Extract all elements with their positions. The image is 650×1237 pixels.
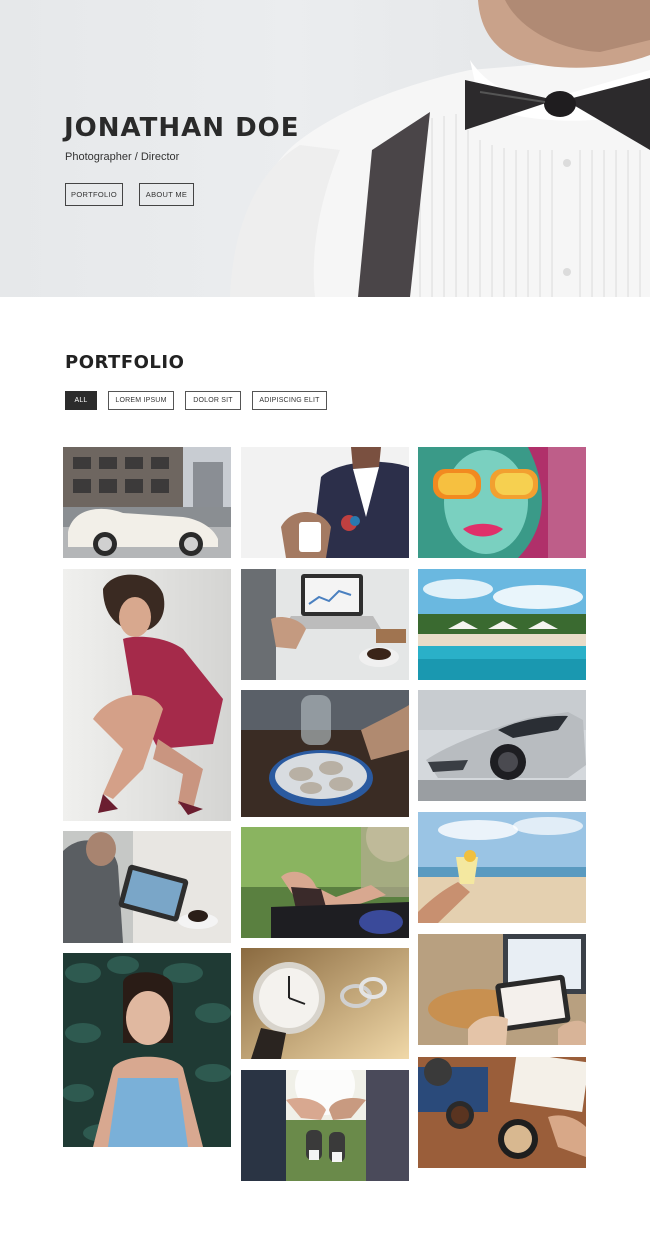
filter-dolor-sit[interactable]: DOLOR SIT	[185, 391, 241, 410]
portfolio-item-pool-resort[interactable]	[418, 569, 586, 680]
portfolio-item-sports-car[interactable]	[418, 690, 586, 801]
portfolio-item-vintage-car[interactable]	[63, 447, 231, 558]
portfolio-item-man-suit-coffee[interactable]	[241, 447, 409, 558]
portfolio-button[interactable]: PORTFOLIO	[65, 183, 123, 206]
portfolio-item-baby-shoes[interactable]	[241, 1070, 409, 1181]
hero-banner: JONATHAN DOE Photographer / Director POR…	[0, 0, 650, 297]
filter-adipiscing-elit[interactable]: ADIPISCING ELIT	[252, 391, 327, 410]
hero-photo	[230, 0, 650, 297]
portfolio-title: PORTFOLIO	[65, 352, 185, 373]
portfolio-item-tablet-browsing[interactable]	[418, 934, 586, 1045]
portfolio-item-woman-red-dress[interactable]	[63, 569, 231, 821]
about-me-button[interactable]: ABOUT ME	[139, 183, 194, 206]
filter-lorem-ipsum[interactable]: LOREM IPSUM	[108, 391, 174, 410]
portfolio-item-woman-motorcycle[interactable]	[241, 827, 409, 938]
hero-subtitle: Photographer / Director	[65, 151, 180, 163]
portfolio-item-beach-drink[interactable]	[418, 812, 586, 923]
portfolio-item-oysters[interactable]	[241, 690, 409, 817]
portfolio-item-graffiti[interactable]	[418, 447, 586, 558]
portfolio-item-watch-rings[interactable]	[241, 948, 409, 1059]
portfolio-item-tablet-man[interactable]	[63, 831, 231, 943]
filter-all[interactable]: ALL	[65, 391, 97, 410]
portfolio-item-woman-leaves[interactable]	[63, 953, 231, 1147]
portfolio-item-breakfast-table[interactable]	[418, 1057, 586, 1168]
hero-name: JONATHAN DOE	[64, 113, 300, 143]
portfolio-item-laptop-coffee[interactable]	[241, 569, 409, 680]
